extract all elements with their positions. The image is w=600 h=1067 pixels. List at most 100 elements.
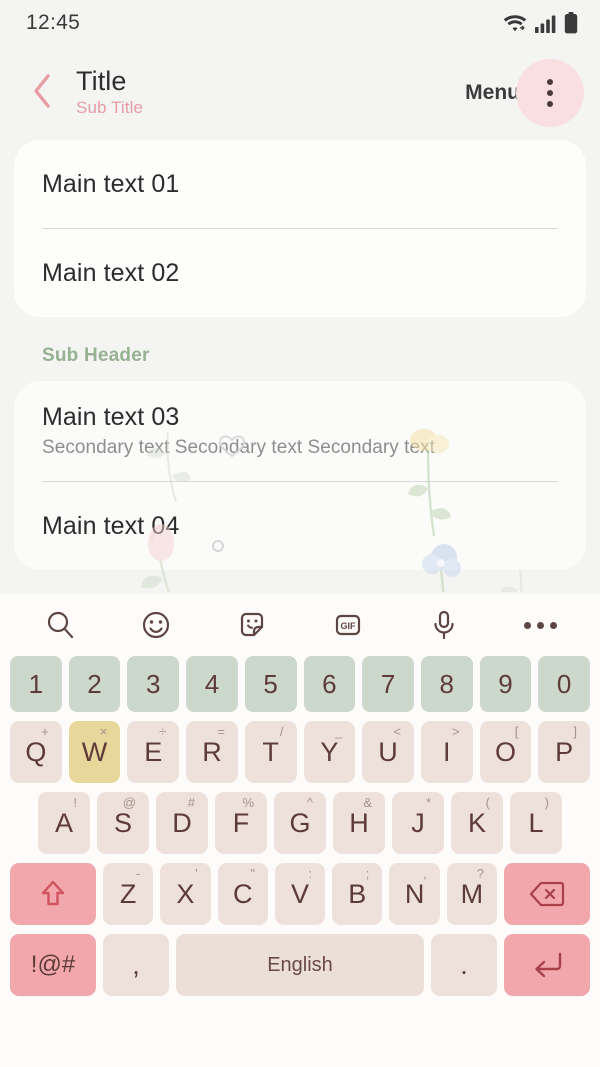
key-c-symbol: " [250, 866, 255, 881]
comma-key[interactable]: , [103, 934, 169, 996]
shift-key[interactable] [10, 863, 97, 925]
key-e-label: E [144, 736, 163, 767]
key-t[interactable]: / T [244, 721, 297, 783]
key-w[interactable]: × W [68, 721, 121, 783]
key-c-label: C [232, 878, 253, 909]
list-item[interactable]: Main text 02 [14, 229, 586, 317]
key-l-label: L [528, 807, 544, 838]
overflow-menu-button[interactable] [516, 59, 584, 127]
key-o-symbol: [ [514, 724, 519, 739]
key-1[interactable]: 1 [9, 656, 62, 712]
key-g-label: G [289, 807, 311, 838]
key-e[interactable]: ÷ E [127, 721, 180, 783]
back-button[interactable] [22, 71, 62, 115]
key-l[interactable]: ) L [510, 792, 562, 854]
key-p-label: P [555, 736, 574, 767]
key-n-symbol: , [423, 866, 427, 881]
key-k[interactable]: ( K [451, 792, 503, 854]
key-o[interactable]: [ O [479, 721, 532, 783]
key-q[interactable]: + Q [9, 721, 62, 783]
gif-icon[interactable]: GIF [324, 601, 372, 649]
key-j[interactable]: * J [392, 792, 444, 854]
key-x-symbol: ' [195, 866, 198, 881]
key-h[interactable]: & H [333, 792, 385, 854]
enter-key[interactable] [504, 934, 590, 996]
emoji-icon[interactable] [132, 601, 180, 649]
key-c[interactable]: " C [217, 863, 268, 925]
key-5[interactable]: 5 [244, 656, 297, 712]
key-u-label: U [378, 736, 398, 767]
key-r-label: R [202, 736, 222, 767]
list-item-main-text: Main text 03 [42, 403, 180, 431]
key-g[interactable]: ^ G [274, 792, 326, 854]
key-z-symbol: - [135, 866, 141, 881]
period-key[interactable]: . [431, 934, 497, 996]
list-item-main-text: Main text 01 [42, 169, 180, 198]
key-s[interactable]: @ S [97, 792, 149, 854]
keyboard-toolbar: GIF [0, 594, 600, 656]
keyboard-row-asdf: ! A @ S # D % F ^ G & H * J (K) L [6, 792, 594, 854]
key-x[interactable]: ' X [160, 863, 211, 925]
key-m-symbol: ? [476, 866, 484, 881]
more-vertical-icon-dot [547, 101, 553, 107]
list-item[interactable]: Main text 04 [14, 482, 586, 570]
search-icon[interactable] [36, 601, 84, 649]
sticker-icon[interactable] [228, 601, 276, 649]
key-q-symbol: + [41, 724, 49, 739]
microphone-icon[interactable] [420, 601, 468, 649]
more-horizontal-icon[interactable] [516, 601, 564, 649]
key-t-label: T [262, 736, 279, 767]
key-r[interactable]: = R [186, 721, 238, 783]
key-7[interactable]: 7 [362, 656, 414, 712]
list-item-main-text: Main text 02 [42, 258, 180, 287]
more-horizontal-icon-dot [536, 621, 544, 629]
key-n[interactable]: , N [389, 863, 440, 925]
key-k-label: K [467, 807, 486, 838]
key-a[interactable]: ! A [38, 792, 90, 854]
key-0[interactable]: 0 [538, 656, 591, 712]
key-i-symbol: > [452, 724, 460, 739]
key-m-label: M [460, 878, 484, 909]
key-w-symbol: × [99, 724, 108, 739]
more-horizontal-icon-dot [549, 621, 557, 629]
key-a-symbol: ! [73, 795, 77, 810]
key-2[interactable]: 2 [68, 656, 121, 712]
key-3[interactable]: 3 [127, 656, 180, 712]
more-horizontal-icon-dot [523, 621, 531, 629]
key-k-symbol: ( [485, 795, 490, 810]
key-8[interactable]: 8 [420, 656, 473, 712]
key-z[interactable]: - Z [103, 863, 154, 925]
list-item[interactable]: Main text 01 [14, 140, 586, 228]
key-f[interactable]: % F [215, 792, 267, 854]
key-i[interactable]: > I [420, 721, 473, 783]
backspace-key[interactable] [503, 863, 590, 925]
key-9[interactable]: 9 [479, 656, 532, 712]
key-4[interactable]: 4 [186, 656, 238, 712]
key-l-symbol: ) [544, 795, 549, 810]
list-item[interactable]: Main text 03 Secondary text Secondary te… [14, 381, 586, 481]
card-secondary: Main text 03 Secondary text Secondary te… [14, 381, 586, 570]
key-v[interactable]: : V [274, 863, 326, 925]
key-b[interactable]: ; B [332, 863, 383, 925]
key-p[interactable]: ] P [538, 721, 591, 783]
key-j-label: J [411, 807, 425, 838]
key-w-label: W [81, 736, 108, 767]
shift-arrow-icon [36, 877, 70, 911]
key-u[interactable]: < U [362, 721, 414, 783]
page-title: Title [76, 65, 127, 96]
symbols-key[interactable]: !@# [10, 934, 96, 996]
more-vertical-icon-dot [547, 90, 553, 96]
key-m[interactable]: ? M [446, 863, 497, 925]
key-6[interactable]: 6 [303, 656, 356, 712]
key-y[interactable]: _ Y [303, 721, 356, 783]
status-time: 12:45 [26, 11, 81, 34]
space-key[interactable]: English [176, 934, 424, 996]
key-f-label: F [232, 807, 250, 838]
key-h-symbol: & [363, 795, 372, 810]
key-p-symbol: ] [573, 724, 578, 739]
menu-label[interactable]: Menu [465, 81, 520, 105]
key-s-symbol: @ [122, 795, 136, 810]
app-bar: Title Sub Title Menu [0, 46, 600, 140]
key-d[interactable]: # D [156, 792, 208, 854]
key-t-symbol: / [279, 724, 284, 739]
